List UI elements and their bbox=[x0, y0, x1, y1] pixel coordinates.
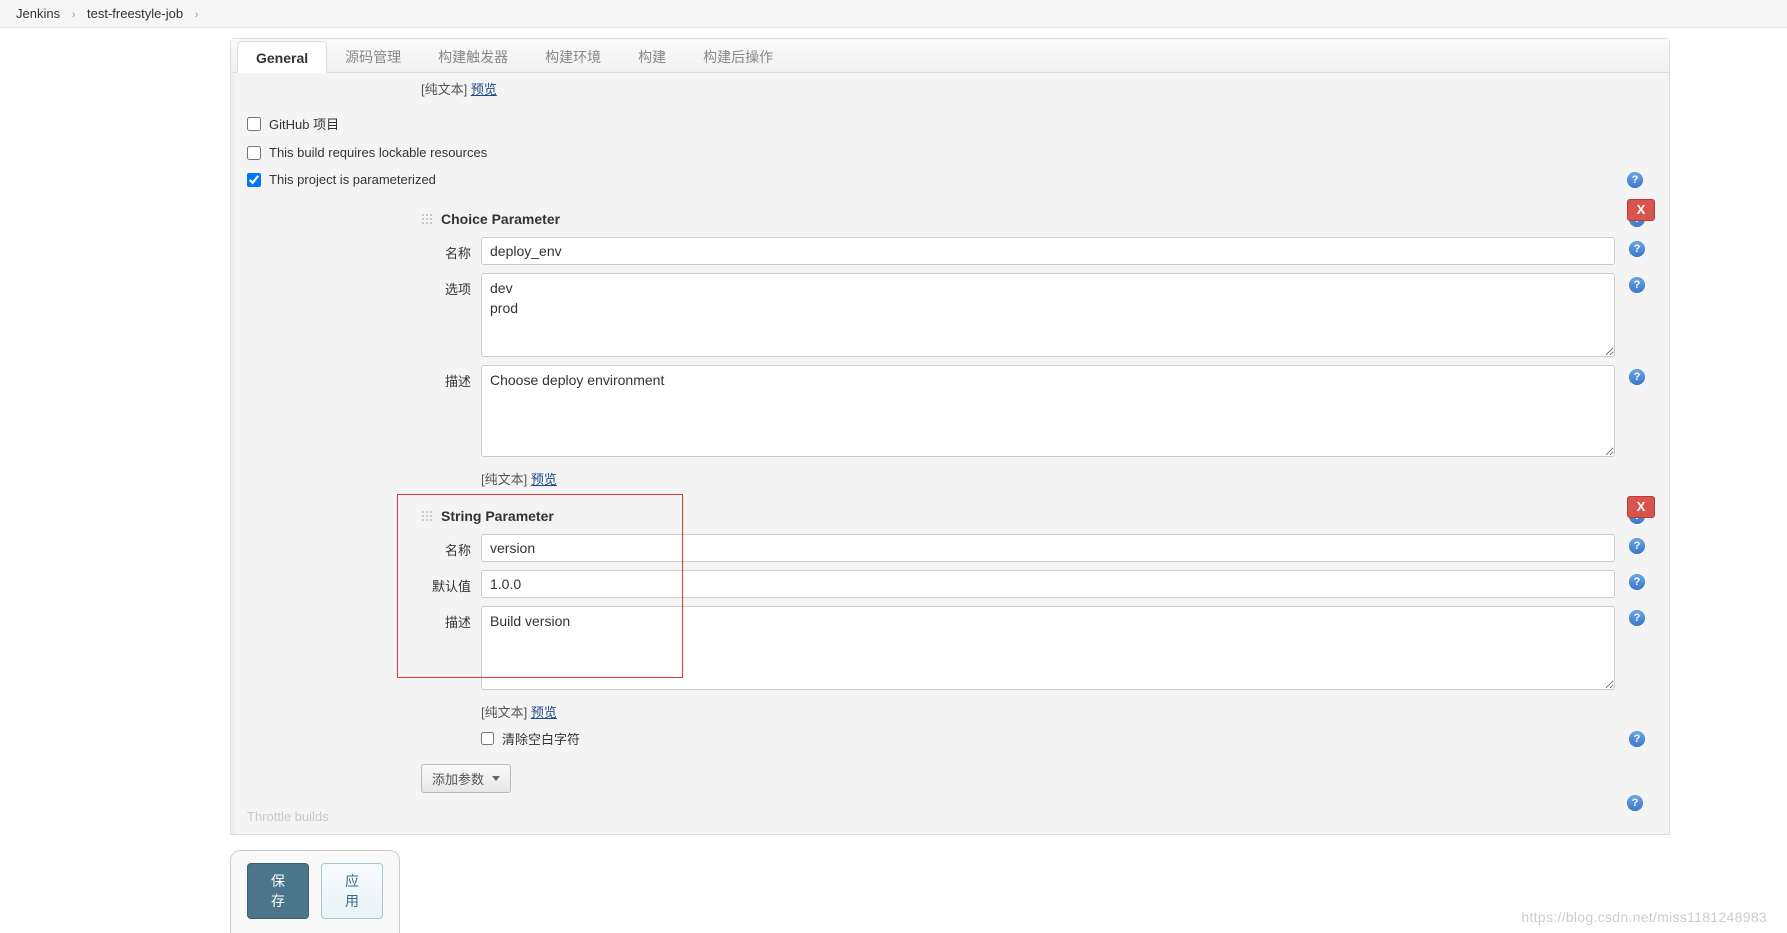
choice-name-input[interactable] bbox=[481, 237, 1615, 265]
add-parameter-label: 添加参数 bbox=[432, 769, 484, 788]
string-parameter-header: String Parameter ? bbox=[421, 502, 1655, 534]
choice-parameter-header: Choice Parameter ? bbox=[421, 205, 1655, 237]
tab-postbuild[interactable]: 构建后操作 bbox=[685, 39, 792, 72]
add-parameter-bar: 添加参数 bbox=[421, 764, 1655, 793]
preview-link[interactable]: 预览 bbox=[531, 705, 557, 720]
help-icon[interactable]: ? bbox=[1629, 731, 1645, 747]
breadcrumb-sep: › bbox=[195, 9, 199, 21]
preview-link[interactable]: 预览 bbox=[471, 82, 497, 97]
tab-scm[interactable]: 源码管理 bbox=[327, 39, 420, 72]
config-content: [纯文本] 预览 GitHub 项目 This build requires l… bbox=[231, 73, 1669, 834]
string-name-label: 名称 bbox=[421, 534, 481, 559]
parameterized-row: This project is parameterized ? bbox=[235, 166, 1669, 193]
tab-general[interactable]: General bbox=[237, 41, 327, 73]
plain-text-label: [纯文本] bbox=[421, 82, 467, 97]
trim-checkbox[interactable] bbox=[481, 732, 494, 745]
tab-env[interactable]: 构建环境 bbox=[527, 39, 620, 72]
choice-options-textarea[interactable]: dev prod bbox=[481, 273, 1615, 357]
parameterized-checkbox[interactable] bbox=[247, 173, 261, 187]
parameterized-label: This project is parameterized bbox=[269, 172, 436, 187]
string-name-input[interactable] bbox=[481, 534, 1615, 562]
breadcrumb: Jenkins › test-freestyle-job › bbox=[0, 0, 1787, 28]
string-preview-row: [纯文本] 预览 bbox=[481, 698, 1655, 723]
trim-label: 清除空白字符 bbox=[502, 729, 580, 748]
choice-name-label: 名称 bbox=[421, 237, 481, 262]
save-button[interactable]: 保存 bbox=[247, 863, 309, 919]
choice-desc-textarea[interactable]: Choose deploy environment bbox=[481, 365, 1615, 457]
choice-options-row: 选项 dev prod ? bbox=[421, 273, 1655, 357]
breadcrumb-job[interactable]: test-freestyle-job bbox=[87, 6, 183, 21]
delete-choice-button[interactable]: X bbox=[1627, 199, 1655, 221]
string-desc-label: 描述 bbox=[421, 606, 481, 631]
lockable-row: This build requires lockable resources bbox=[235, 139, 1669, 166]
string-default-input[interactable] bbox=[481, 570, 1615, 598]
choice-desc-row: 描述 Choose deploy environment ? bbox=[421, 365, 1655, 457]
github-project-row: GitHub 项目 bbox=[235, 108, 1669, 139]
help-icon[interactable]: ? bbox=[1629, 277, 1645, 293]
tab-build[interactable]: 构建 bbox=[620, 39, 685, 72]
string-default-row: 默认值 ? bbox=[421, 570, 1655, 598]
breadcrumb-sep: › bbox=[72, 9, 76, 21]
string-default-label: 默认值 bbox=[421, 570, 481, 595]
preview-link[interactable]: 预览 bbox=[531, 472, 557, 487]
trim-row: 清除空白字符 ? bbox=[481, 723, 1655, 754]
save-apply-bar: 保存 应用 bbox=[230, 850, 400, 933]
watermark-text: https://blog.csdn.net/miss1181248983 bbox=[1521, 909, 1767, 925]
chevron-down-icon bbox=[492, 776, 500, 781]
choice-parameter-block: X Choice Parameter ? 名称 ? 选项 dev prod ? … bbox=[421, 205, 1655, 490]
config-page: General 源码管理 构建触发器 构建环境 构建 构建后操作 [纯文本] 预… bbox=[230, 38, 1670, 835]
add-parameter-dropdown[interactable]: 添加参数 bbox=[421, 764, 511, 793]
lockable-label: This build requires lockable resources bbox=[269, 145, 487, 160]
string-name-row: 名称 ? bbox=[421, 534, 1655, 562]
choice-name-row: 名称 ? bbox=[421, 237, 1655, 265]
help-icon[interactable]: ? bbox=[1627, 172, 1643, 188]
config-tabs: General 源码管理 构建触发器 构建环境 构建 构建后操作 bbox=[231, 39, 1669, 73]
apply-button[interactable]: 应用 bbox=[321, 863, 383, 919]
help-icon[interactable]: ? bbox=[1629, 538, 1645, 554]
delete-string-button[interactable]: X bbox=[1627, 496, 1655, 518]
github-project-checkbox[interactable] bbox=[247, 117, 261, 131]
help-icon[interactable]: ? bbox=[1629, 369, 1645, 385]
string-parameter-block: X String Parameter ? 名称 ? 默认值 ? 描述 Build… bbox=[421, 502, 1655, 754]
choice-options-label: 选项 bbox=[421, 273, 481, 298]
string-desc-textarea[interactable]: Build version bbox=[481, 606, 1615, 690]
help-icon[interactable]: ? bbox=[1629, 241, 1645, 257]
choice-preview-row: [纯文本] 预览 bbox=[481, 465, 1655, 490]
help-icon[interactable]: ? bbox=[1629, 574, 1645, 590]
tab-triggers[interactable]: 构建触发器 bbox=[420, 39, 527, 72]
plain-text-label: [纯文本] bbox=[481, 705, 527, 720]
choice-desc-label: 描述 bbox=[421, 365, 481, 390]
choice-parameter-title: Choice Parameter bbox=[441, 211, 560, 227]
description-preview-row: [纯文本] 预览 bbox=[235, 73, 1669, 108]
help-icon[interactable]: ? bbox=[1629, 610, 1645, 626]
breadcrumb-root[interactable]: Jenkins bbox=[16, 6, 60, 21]
plain-text-label: [纯文本] bbox=[481, 472, 527, 487]
drag-handle-icon[interactable] bbox=[421, 213, 433, 225]
throttle-builds-hint: Throttle builds bbox=[235, 803, 1669, 824]
string-parameter-title: String Parameter bbox=[441, 508, 554, 524]
drag-handle-icon[interactable] bbox=[421, 510, 433, 522]
string-desc-row: 描述 Build version ? bbox=[421, 606, 1655, 690]
lockable-checkbox[interactable] bbox=[247, 146, 261, 160]
github-project-label: GitHub 项目 bbox=[269, 114, 339, 133]
